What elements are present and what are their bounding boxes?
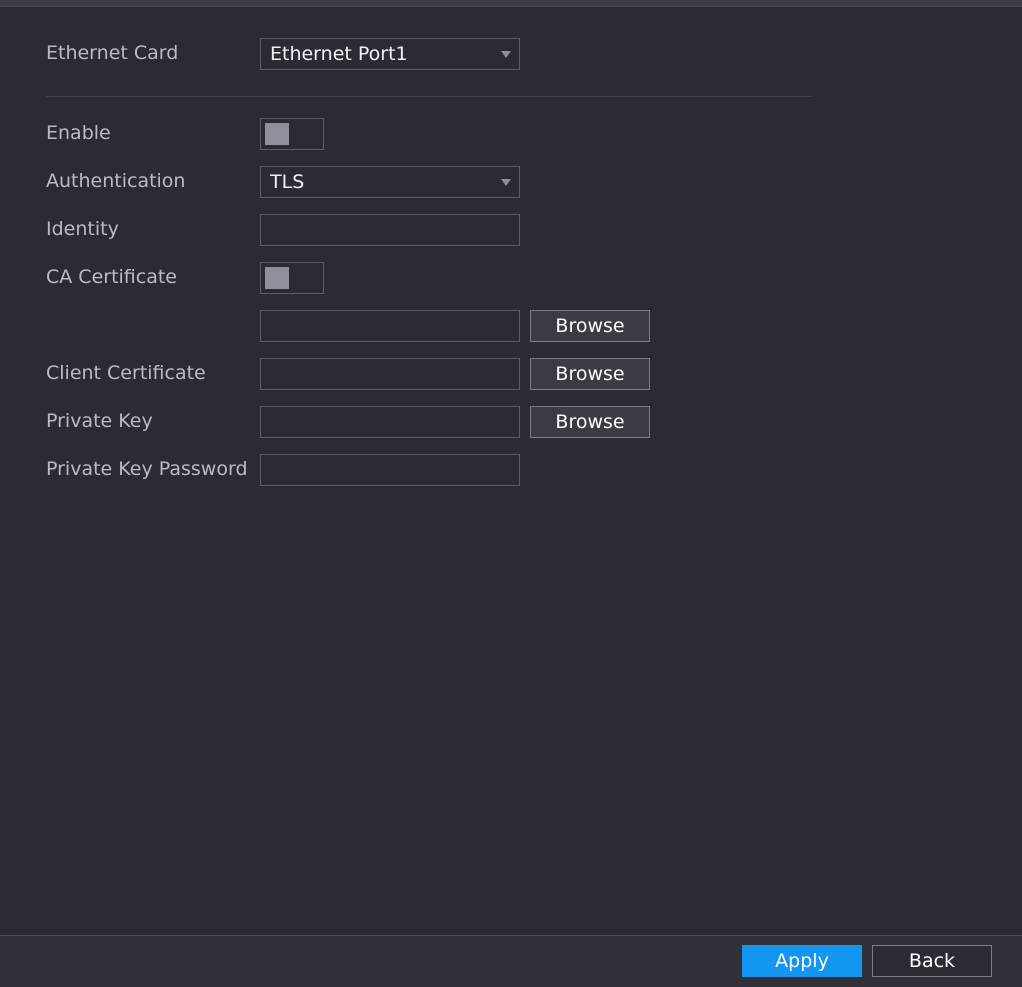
enable-label: Enable	[46, 122, 111, 144]
ca-certificate-browse-button[interactable]: Browse	[530, 310, 650, 342]
authentication-selected-value: TLS	[270, 171, 305, 193]
back-button[interactable]: Back	[872, 945, 992, 977]
footer-bar: Apply Back	[0, 935, 1022, 987]
toggle-knob	[265, 123, 289, 145]
apply-button[interactable]: Apply	[742, 945, 862, 977]
authentication-select[interactable]: TLS	[260, 166, 520, 198]
ca-certificate-toggle[interactable]	[260, 262, 324, 294]
client-certificate-label: Client Certificate	[46, 362, 206, 384]
private-key-password-input[interactable]	[260, 454, 520, 486]
ethernet-card-select[interactable]: Ethernet Port1	[260, 38, 520, 70]
private-key-browse-button[interactable]: Browse	[530, 406, 650, 438]
ethernet-card-label: Ethernet Card	[46, 42, 179, 64]
private-key-label: Private Key	[46, 410, 153, 432]
private-key-password-label: Private Key Password	[46, 458, 248, 480]
client-certificate-browse-button[interactable]: Browse	[530, 358, 650, 390]
section-divider	[46, 96, 812, 97]
dropdown-arrow-icon	[501, 179, 511, 186]
client-certificate-path-input[interactable]	[260, 358, 520, 390]
dropdown-arrow-icon	[501, 51, 511, 58]
top-bar	[0, 0, 1022, 7]
ethernet-card-selected-value: Ethernet Port1	[270, 43, 408, 65]
ca-certificate-path-input[interactable]	[260, 310, 520, 342]
enable-toggle[interactable]	[260, 118, 324, 150]
ca-certificate-label: CA Certificate	[46, 266, 177, 288]
private-key-path-input[interactable]	[260, 406, 520, 438]
authentication-label: Authentication	[46, 170, 186, 192]
identity-input[interactable]	[260, 214, 520, 246]
toggle-knob	[265, 267, 289, 289]
identity-label: Identity	[46, 218, 119, 240]
